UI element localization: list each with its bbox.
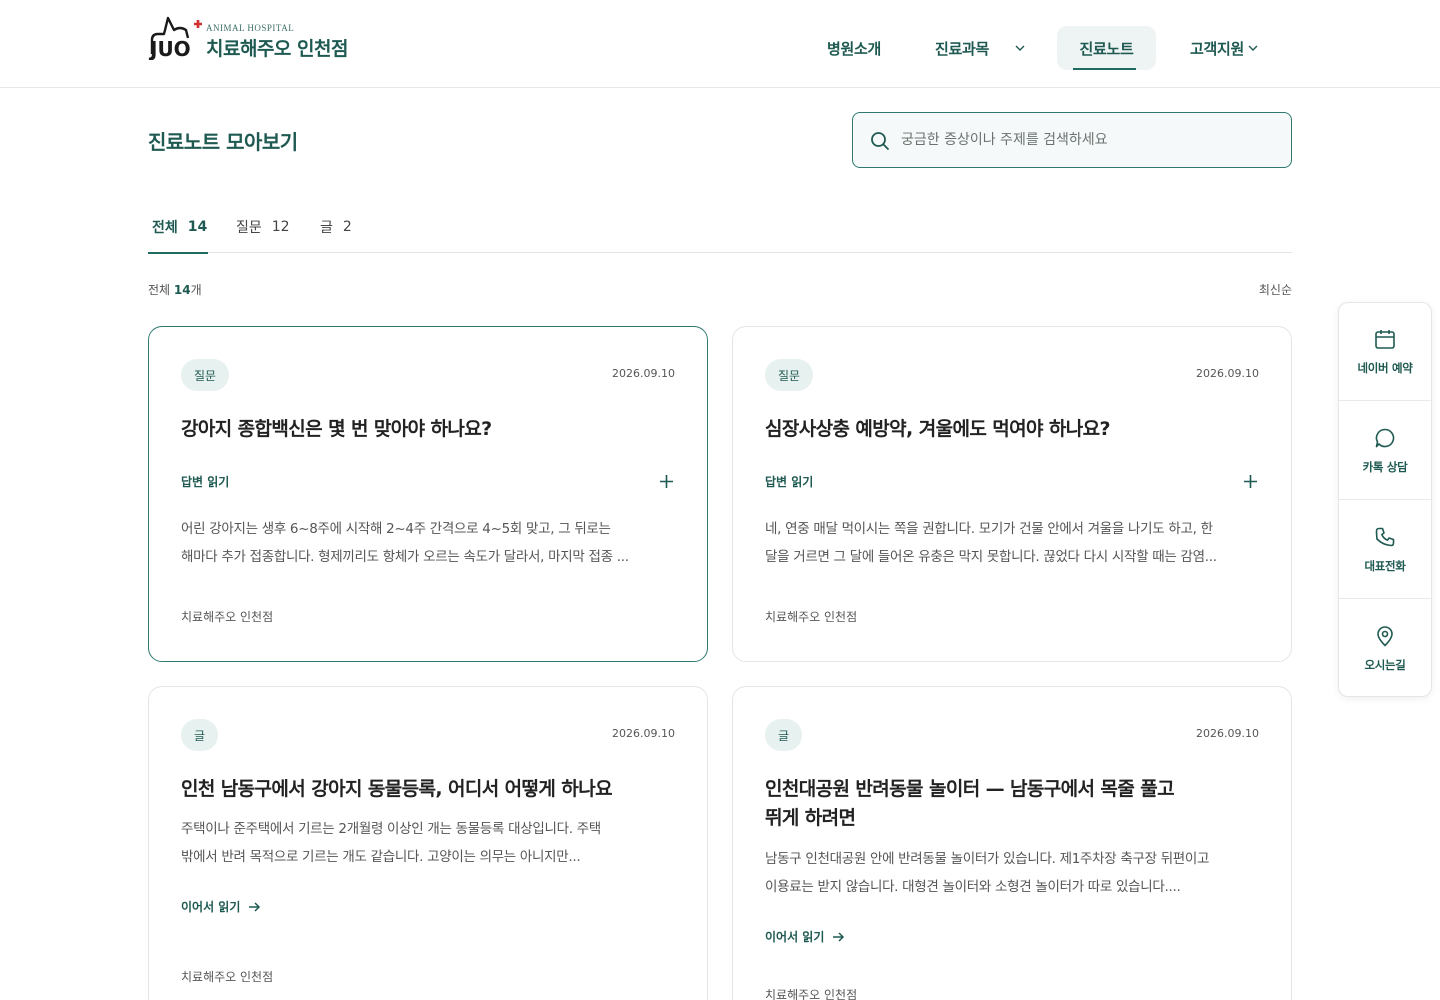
note-card[interactable]: 질문 2026.09.10 심장사상충 예방약, 겨울에도 먹여야 하나요? 답… — [732, 326, 1292, 662]
search-icon — [871, 132, 889, 150]
nav-item-label: 고객지원 — [1189, 39, 1244, 58]
card-date: 2026.09.10 — [612, 367, 675, 380]
logo-name: 치료해주오 인천점 — [206, 38, 348, 60]
excerpt-line: 남동구 인천대공원 안에 반려동물 놀이터가 있습니다. 제1주차장 축구장 뒤… — [765, 851, 1210, 867]
side-item-label: 오시는길 — [1364, 658, 1406, 672]
card-author: 치료해주오 인천점 — [181, 970, 274, 984]
read-answer-label[interactable]: 답변 읽기 — [181, 473, 229, 490]
card-author: 치료해주오 인천점 — [181, 610, 274, 624]
tab-count: 2 — [342, 218, 352, 235]
excerpt-line: 어린 강아지는 생후 6~8주에 시작해 2~4주 간격으로 4~5회 맞고, … — [181, 521, 611, 537]
read-more-link[interactable]: 이어서 읽기 — [181, 898, 261, 915]
note-card[interactable]: 글 2026.09.10 인천 남동구에서 강아지 동물등록, 어디서 어떻게 … — [148, 686, 708, 1000]
card-excerpt: 남동구 인천대공원 안에 반려동물 놀이터가 있습니다. 제1주차장 축구장 뒤… — [765, 845, 1259, 901]
count-suffix: 개 — [190, 283, 202, 297]
tab-count: 14 — [187, 218, 208, 235]
card-date: 2026.09.10 — [1196, 367, 1259, 380]
naver-reservation-button[interactable]: 네이버 예약 — [1339, 303, 1431, 401]
chat-bubble-icon — [1375, 428, 1395, 447]
count-value: 14 — [173, 283, 191, 297]
card-title[interactable]: 인천 남동구에서 강아지 동물등록, 어디서 어떻게 하나요 — [181, 775, 651, 804]
tab-label: 글 — [320, 219, 333, 236]
hospital-logo[interactable]: JUO ANIMAL HOSPITAL 치료해주오 인천점 — [148, 12, 388, 64]
arrow-right-icon — [833, 931, 845, 942]
read-more-link[interactable]: 이어서 읽기 — [765, 928, 845, 945]
nav-item-departments[interactable]: 진료과목 — [920, 26, 1040, 70]
nav-item-support[interactable]: 고객지원 — [1178, 26, 1270, 70]
nav-item-notes[interactable]: 진료노트 — [1057, 26, 1156, 70]
nav-item-label: 진료노트 — [1079, 39, 1134, 58]
title-line: 뛰게 하려면 — [765, 807, 856, 829]
nav-item-label: 병원소개 — [826, 39, 881, 58]
side-item-label: 네이버 예약 — [1357, 360, 1413, 375]
excerpt-line: 이용료는 받지 않습니다. 대형견 놀이터와 소형견 놀이터가 따로 있습니다.… — [765, 879, 1181, 895]
card-excerpt: 주택이나 준주택에서 기르는 2개월령 이상인 개는 동물등록 대상입니다. 주… — [181, 815, 675, 871]
card-excerpt: 어린 강아지는 생후 6~8주에 시작해 2~4주 간격으로 4~5회 맞고, … — [181, 515, 675, 571]
calendar-icon — [1375, 329, 1395, 349]
note-card[interactable]: 글 2026.09.10 인천대공원 반려동물 놀이터 — 남동구에서 목줄 풀… — [732, 686, 1292, 1000]
map-pin-icon — [1377, 626, 1393, 647]
note-card[interactable]: 질문 2026.09.10 강아지 종합백신은 몇 번 맞아야 하나요? 답변 … — [148, 326, 708, 662]
logo-subtitle: ANIMAL HOSPITAL — [206, 23, 295, 33]
chevron-down-icon — [1248, 45, 1258, 51]
phone-icon — [1375, 527, 1395, 546]
card-author: 치료해주오 인천점 — [765, 988, 858, 1000]
category-badge: 글 — [181, 719, 219, 751]
side-item-label: 대표전화 — [1364, 558, 1406, 573]
directions-button[interactable]: 오시는길 — [1339, 600, 1431, 698]
page-title: 진료노트 모아보기 — [148, 130, 298, 154]
search-box[interactable] — [852, 112, 1292, 168]
side-item-label: 카톡 상담 — [1362, 459, 1408, 474]
card-excerpt: 네, 연중 매달 먹이시는 쪽을 권합니다. 모기가 건물 안에서 겨울을 나기… — [765, 515, 1259, 571]
tab-count: 12 — [271, 218, 290, 235]
tab-posts[interactable]: 글 2 — [316, 200, 356, 253]
result-count: 전체 14개 — [148, 281, 202, 298]
chevron-down-icon — [1015, 45, 1025, 51]
card-date: 2026.09.10 — [1196, 727, 1259, 740]
category-badge: 글 — [765, 719, 803, 751]
card-title[interactable]: 심장사상충 예방약, 겨울에도 먹여야 하나요? — [765, 415, 1235, 444]
read-more-label: 이어서 읽기 — [765, 930, 825, 944]
quick-action-panel: 네이버 예약 카톡 상담 대표전화 오시는길 — [1338, 302, 1432, 697]
card-date: 2026.09.10 — [612, 727, 675, 740]
count-prefix: 전체 — [148, 283, 171, 297]
kakao-chat-button[interactable]: 카톡 상담 — [1339, 402, 1431, 500]
excerpt-line: 네, 연중 매달 먹이시는 쪽을 권합니다. 모기가 건물 안에서 겨울을 나기… — [765, 521, 1213, 537]
arrow-right-icon — [249, 901, 261, 912]
filter-tabs: 전체 14 질문 12 글 2 — [148, 200, 1292, 254]
phone-call-button[interactable]: 대표전화 — [1339, 501, 1431, 599]
dog-logo-icon: JUO — [148, 16, 202, 60]
excerpt-line: 달을 거르면 그 달에 들어온 유충은 막지 못합니다. 끊었다 다시 시작할 … — [765, 549, 1217, 565]
excerpt-line: 밖에서 반려 목적으로 기르는 개도 같습니다. 고양이는 의무는 아니지만..… — [181, 849, 581, 865]
tab-questions[interactable]: 질문 12 — [232, 200, 294, 253]
nav-item-label: 진료과목 — [934, 39, 989, 58]
search-input[interactable] — [901, 113, 1281, 167]
card-title[interactable]: 강아지 종합백신은 몇 번 맞아야 하나요? — [181, 415, 651, 444]
card-title[interactable]: 인천대공원 반려동물 놀이터 — 남동구에서 목줄 풀고 뛰게 하려면 — [765, 775, 1235, 833]
read-answer-label[interactable]: 답변 읽기 — [765, 473, 813, 490]
active-tab-underline — [148, 252, 208, 254]
plus-icon[interactable] — [1244, 475, 1257, 488]
title-line: 인천대공원 반려동물 놀이터 — 남동구에서 목줄 풀고 — [765, 778, 1175, 800]
tab-label: 전체 — [152, 219, 178, 236]
read-more-label: 이어서 읽기 — [181, 900, 241, 914]
svg-text:JUO: JUO — [148, 37, 191, 60]
active-nav-underline — [1073, 68, 1136, 70]
tab-label: 질문 — [236, 219, 262, 236]
card-author: 치료해주오 인천점 — [765, 610, 858, 624]
excerpt-line: 주택이나 준주택에서 기르는 2개월령 이상인 개는 동물등록 대상입니다. 주… — [181, 821, 601, 837]
plus-icon[interactable] — [660, 475, 673, 488]
nav-item-about[interactable]: 병원소개 — [812, 26, 896, 70]
tab-all[interactable]: 전체 14 — [148, 200, 208, 254]
sort-dropdown[interactable]: 최신순 — [1259, 281, 1292, 298]
category-badge: 질문 — [765, 359, 814, 391]
excerpt-line: 해마다 추가 접종합니다. 형제끼리도 항체가 오르는 속도가 달라서, 마지막… — [181, 549, 629, 565]
title-line: 인천 남동구에서 강아지 동물등록, 어디서 어떻게 하나요 — [181, 778, 613, 800]
site-header: JUO ANIMAL HOSPITAL 치료해주오 인천점 병원소개 진료과목 … — [0, 0, 1440, 88]
category-badge: 질문 — [181, 359, 230, 391]
